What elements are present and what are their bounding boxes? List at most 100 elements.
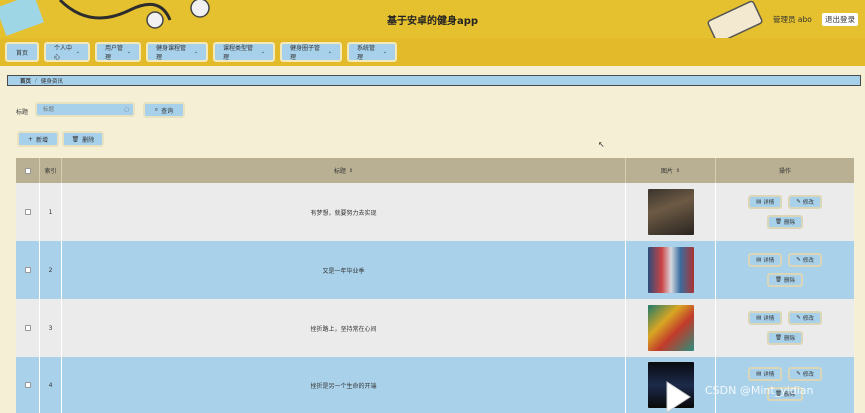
row-delete-button[interactable]: 🗑 删除 [767, 215, 803, 229]
edit-button[interactable]: ✎ 修改 [788, 367, 822, 381]
table-row: 3 挫折路上，坚持常在心间 ▤ 详情 ✎ 修改 🗑 删除 [16, 299, 854, 357]
nav-label: 用户管理 [105, 45, 124, 61]
trash-icon: 🗑 [775, 219, 782, 225]
nav-label: 系统管理 [357, 45, 376, 61]
row-thumbnail[interactable] [647, 189, 694, 235]
detail-label: 详情 [763, 372, 775, 378]
table-row: 1 有梦想，就要努力去实现 ▤ 详情 ✎ 修改 🗑 删除 [16, 183, 854, 241]
document-icon: ▤ [756, 199, 762, 205]
nav-label: 首页 [15, 49, 28, 57]
trash-icon: 🗑 [775, 277, 782, 283]
nav-label: 个人中心 [54, 45, 73, 61]
nav-label: 课程类型管理 [223, 45, 254, 61]
header-image[interactable]: 图片 ⇕ [626, 158, 716, 183]
row-select[interactable] [16, 357, 40, 413]
row-image-cell [626, 299, 716, 357]
edit-button[interactable]: ✎ 修改 [788, 253, 822, 267]
row-checkbox[interactable] [24, 325, 31, 331]
sort-icon[interactable]: ⇕ [676, 168, 680, 174]
edit-label: 修改 [802, 258, 814, 264]
document-icon: ▤ [756, 257, 762, 263]
play-icon [666, 381, 691, 413]
row-select[interactable] [16, 241, 40, 299]
row-title: 又是一年毕业季 [62, 241, 626, 299]
header-image-label: 图片 [660, 168, 673, 175]
detail-button[interactable]: ▤ 详情 [748, 311, 783, 325]
row-thumbnail[interactable] [647, 247, 694, 293]
row-ops: ▤ 详情 ✎ 修改 🗑 删除 [716, 299, 854, 357]
nav-item-system[interactable]: 系统管理 ⌄ [347, 42, 397, 62]
nav-item-courses[interactable]: 健身课程管理 ⌄ [146, 42, 208, 62]
row-delete-button[interactable]: 🗑 删除 [767, 331, 803, 345]
row-delete-button[interactable]: 🗑 删除 [767, 273, 803, 287]
chevron-down-icon: ⌄ [75, 49, 80, 55]
detail-label: 详情 [763, 316, 775, 322]
nav-label: 健身圈子管理 [290, 45, 321, 61]
chevron-down-icon: ⌄ [382, 49, 387, 55]
delete-label: 删除 [783, 278, 795, 284]
row-ops: ▤ 详情 ✎ 修改 🗑 删除 [716, 183, 854, 241]
row-ops: ▤ 详情 ✎ 修改 🗑 删除 [716, 241, 854, 299]
row-select[interactable] [16, 299, 40, 357]
nav-item-course-types[interactable]: 课程类型管理 ⌄ [213, 42, 275, 62]
row-index: 2 [40, 241, 62, 299]
detail-button[interactable]: ▤ 详情 [748, 253, 783, 267]
delete-button-label: 删除 [82, 136, 95, 144]
row-checkbox[interactable] [24, 209, 31, 215]
nav-item-users[interactable]: 用户管理 ⌄ [95, 42, 141, 62]
search-button-label: 查询 [161, 107, 174, 115]
sort-icon[interactable]: ⇕ [349, 168, 353, 174]
pencil-icon: ✎ [796, 315, 801, 321]
row-index: 3 [40, 299, 62, 357]
nav-item-home[interactable]: 首页 [5, 42, 39, 62]
detail-button[interactable]: ▤ 详情 [748, 195, 783, 209]
breadcrumb: 首页 / 健身资讯 [7, 75, 861, 86]
edit-label: 修改 [802, 200, 814, 206]
row-checkbox[interactable] [24, 382, 31, 388]
delete-label: 删除 [783, 336, 795, 342]
edit-label: 修改 [802, 372, 814, 378]
row-thumbnail[interactable] [647, 305, 694, 351]
header-index: 索引 [40, 158, 62, 183]
row-title: 有梦想，就要努力去实现 [62, 183, 626, 241]
main-nav: 首页 个人中心 ⌄ 用户管理 ⌄ 健身课程管理 ⌄ 课程类型管理 ⌄ 健身圈子管理 ⌄ 系… [0, 38, 865, 66]
breadcrumb-home[interactable]: 首页 [20, 77, 31, 85]
pencil-icon: ✎ [796, 257, 801, 263]
plus-icon: + [27, 135, 33, 143]
add-button-label: 新增 [36, 136, 49, 144]
delete-button[interactable]: 🗑 删除 [62, 131, 104, 147]
chevron-down-icon: ⌄ [260, 49, 265, 55]
breadcrumb-current: 健身资讯 [40, 78, 63, 85]
search-label: 标题 [16, 109, 29, 116]
edit-label: 修改 [802, 316, 814, 322]
select-all-checkbox[interactable] [24, 167, 31, 174]
header-ops: 操作 [778, 168, 791, 175]
row-title: 挫折路上，坚持常在心间 [62, 299, 626, 357]
logout-button[interactable]: 退出登录 [822, 13, 858, 26]
row-select[interactable] [16, 183, 40, 241]
row-checkbox[interactable] [24, 267, 31, 273]
pencil-icon: ✎ [796, 371, 801, 377]
table-header: 索引 标题 ⇕ 图片 ⇕ 操作 [16, 158, 854, 183]
edit-button[interactable]: ✎ 修改 [788, 195, 822, 209]
header-select-all[interactable] [16, 158, 40, 183]
row-index: 1 [40, 183, 62, 241]
nav-item-circles[interactable]: 健身圈子管理 ⌄ [280, 42, 342, 62]
admin-label: 管理员 abo [773, 15, 812, 24]
document-icon: ▤ [756, 371, 762, 377]
detail-label: 详情 [763, 200, 775, 206]
search-input[interactable] [35, 102, 135, 117]
nav-item-profile[interactable]: 个人中心 ⌄ [44, 42, 90, 62]
header-title[interactable]: 标题 ⇕ [62, 158, 626, 183]
chevron-down-icon: ⌄ [193, 49, 198, 55]
delete-label: 删除 [783, 220, 795, 226]
add-button[interactable]: + 新增 [17, 131, 59, 147]
trash-icon: 🗑 [71, 135, 80, 143]
detail-button[interactable]: ▤ 详情 [748, 367, 783, 381]
pencil-icon: ✎ [796, 199, 801, 205]
search-button[interactable]: ⌕ 查询 [143, 102, 185, 118]
row-title: 挫折是另一个生命的开端 [62, 357, 626, 413]
app-header: 基于安卓的健身app 管理员 abo 退出登录 [0, 0, 865, 38]
edit-button[interactable]: ✎ 修改 [788, 311, 822, 325]
row-index: 4 [40, 357, 62, 413]
